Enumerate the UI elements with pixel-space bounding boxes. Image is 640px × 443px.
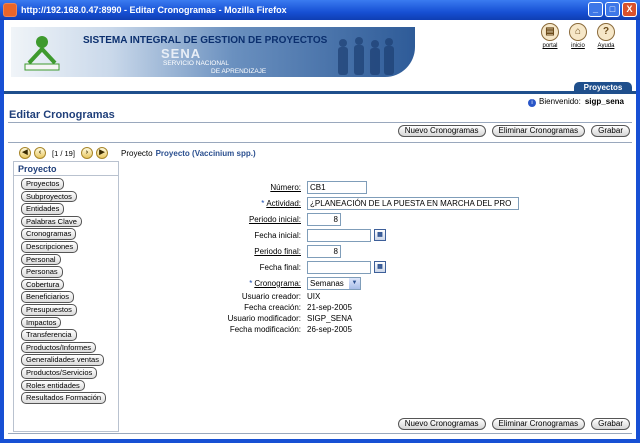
fecha-final-input[interactable] bbox=[307, 260, 371, 274]
tab-bar: Proyectos bbox=[4, 82, 636, 94]
people-silhouette-icon bbox=[338, 37, 394, 75]
field-actividad: * Actividad: ¿PLANEACIÓN DE LA PUESTA EN … bbox=[124, 196, 544, 210]
window-controls: _ □ X bbox=[588, 2, 637, 17]
field-fecha-final: Fecha final: ▦ bbox=[124, 260, 544, 274]
field-periodo-final: Periodo final: 8 bbox=[124, 244, 544, 258]
close-button[interactable]: X bbox=[622, 2, 637, 17]
sidebar-item-transferencia[interactable]: Transferencia bbox=[21, 329, 77, 341]
sidebar-item-roles-entidades[interactable]: Roles entidades bbox=[21, 379, 85, 392]
bottom-toolbar: Nuevo Cronogramas Eliminar Cronogramas G… bbox=[397, 418, 630, 430]
sidebar-item-cobertura[interactable]: Cobertura bbox=[21, 278, 65, 291]
field-fecha-inicial: Fecha inicial: ▦ bbox=[124, 228, 544, 242]
home-icon: ⌂ bbox=[569, 23, 587, 41]
portal-link[interactable]: ▤ portal bbox=[539, 23, 561, 49]
sidebar-header: Proyecto bbox=[14, 162, 118, 176]
save-button[interactable]: Grabar bbox=[591, 125, 630, 137]
info-icon: i bbox=[528, 99, 537, 107]
project-name: Proyecto (Vaccinium spp.) bbox=[155, 149, 256, 158]
username: sigp_sena bbox=[584, 97, 624, 106]
sidebar-item-proyectos[interactable]: Proyectos bbox=[21, 178, 65, 190]
window-title: http://192.168.0.47:8990 - Editar Cronog… bbox=[21, 5, 287, 15]
sidebar-item-productos-servicios[interactable]: Productos/Servicios bbox=[21, 366, 98, 379]
tab-proyectos[interactable]: Proyectos bbox=[574, 82, 632, 94]
window-title-bar: http://192.168.0.47:8990 - Editar Cronog… bbox=[0, 0, 640, 20]
fecha-inicial-input[interactable] bbox=[307, 228, 371, 242]
field-cronograma: * Cronograma: Semanas ▼ bbox=[124, 276, 544, 290]
delete-cronograma-button[interactable]: Eliminar Cronogramas bbox=[491, 418, 586, 430]
firefox-icon bbox=[3, 3, 17, 17]
field-numero: Número: CB1 bbox=[124, 180, 544, 194]
brand-name: SENA bbox=[161, 46, 202, 61]
next-record-icon[interactable]: › bbox=[80, 147, 93, 159]
sidebar-item-presupuestos[interactable]: Presupuestos bbox=[21, 303, 77, 316]
periodo-inicial-input[interactable]: 8 bbox=[307, 212, 341, 226]
previous-record-icon[interactable]: ‹ bbox=[34, 147, 46, 159]
numero-input[interactable]: CB1 bbox=[307, 180, 367, 194]
fecha-modificacion-value: 26-sep-2005 bbox=[307, 324, 352, 334]
sidebar-item-productos-informes[interactable]: Productos/Informes bbox=[21, 341, 97, 354]
actividad-input[interactable]: ¿PLANEACIÓN DE LA PUESTA EN MARCHA DEL P… bbox=[307, 196, 519, 210]
field-periodo-inicial: Periodo inicial: 8 bbox=[124, 212, 544, 226]
new-cronograma-button[interactable]: Nuevo Cronogramas bbox=[397, 125, 486, 137]
brand-subtitle-1: SERVICIO NACIONAL bbox=[163, 60, 229, 67]
sidebar-item-cronogramas[interactable]: Cronogramas bbox=[21, 228, 77, 240]
usuario-creador-value: UIX bbox=[307, 291, 321, 301]
sena-logo-icon bbox=[24, 36, 60, 71]
browser-viewport: SISTEMA INTEGRAL DE GESTION DE PROYECTOS… bbox=[0, 20, 640, 443]
top-toolbar: Nuevo Cronogramas Eliminar Cronogramas G… bbox=[397, 125, 630, 137]
sidebar-item-beneficiarios[interactable]: Beneficiarios bbox=[21, 291, 74, 303]
home-link[interactable]: ⌂ inicio bbox=[567, 23, 589, 49]
system-title: SISTEMA INTEGRAL DE GESTION DE PROYECTOS bbox=[83, 35, 328, 46]
divider bbox=[8, 142, 632, 143]
field-fecha-modificacion: Fecha modificación: 26-sep-2005 bbox=[229, 324, 352, 334]
calendar-icon[interactable]: ▦ bbox=[374, 261, 386, 273]
divider bbox=[8, 122, 632, 123]
help-link[interactable]: ? Ayuda bbox=[595, 23, 617, 49]
sidebar-item-impactos[interactable]: Impactos bbox=[21, 316, 62, 329]
sidebar-item-descripciones[interactable]: Descripciones bbox=[21, 240, 79, 253]
sidebar-item-resultados-formacion[interactable]: Resultados Formación bbox=[21, 392, 107, 404]
help-icon: ? bbox=[597, 23, 615, 41]
project-sidebar: Proyecto Proyectos Subproyectos Entidade… bbox=[13, 161, 119, 432]
divider bbox=[8, 433, 632, 434]
welcome-message: i Bienvenido: sigp_sena bbox=[528, 97, 624, 107]
sidebar-menu: Proyectos Subproyectos Entidades Palabra… bbox=[14, 176, 118, 404]
last-record-icon[interactable]: ▶ bbox=[95, 147, 108, 159]
sidebar-item-generalidades-ventas[interactable]: Generalidades ventas bbox=[21, 354, 104, 366]
cronograma-select[interactable]: Semanas ▼ bbox=[307, 276, 361, 290]
first-record-icon[interactable]: ◀ bbox=[19, 147, 31, 159]
delete-cronograma-button[interactable]: Eliminar Cronogramas bbox=[491, 125, 586, 137]
chevron-down-icon: ▼ bbox=[349, 277, 360, 289]
save-button[interactable]: Grabar bbox=[591, 418, 630, 430]
periodo-final-input[interactable]: 8 bbox=[307, 244, 341, 258]
sidebar-item-entidades[interactable]: Entidades bbox=[21, 203, 65, 215]
usuario-modificador-value: SIGP_SENA bbox=[307, 313, 353, 323]
record-count: [1 / 19] bbox=[52, 148, 75, 158]
sidebar-item-subproyectos[interactable]: Subproyectos bbox=[21, 190, 77, 203]
brand-subtitle-2: DE APRENDIZAJE bbox=[211, 68, 267, 75]
maximize-button[interactable]: □ bbox=[605, 2, 620, 17]
fecha-creacion-value: 21-sep-2005 bbox=[307, 302, 352, 312]
record-pager: ◀ ‹ [1 / 19] › ▶ bbox=[19, 147, 108, 159]
portal-icon: ▤ bbox=[541, 23, 559, 41]
minimize-button[interactable]: _ bbox=[588, 2, 603, 17]
header-banner: SISTEMA INTEGRAL DE GESTION DE PROYECTOS… bbox=[11, 27, 415, 77]
calendar-icon[interactable]: ▦ bbox=[374, 229, 386, 241]
page-title: Editar Cronogramas bbox=[9, 109, 115, 121]
header-icons: ▤ portal ⌂ inicio ? Ayuda bbox=[539, 23, 617, 49]
new-cronograma-button[interactable]: Nuevo Cronogramas bbox=[397, 418, 486, 430]
sidebar-item-personas[interactable]: Personas bbox=[21, 266, 63, 278]
project-label: Proyecto Proyecto (Vaccinium spp.) bbox=[121, 149, 256, 158]
sidebar-item-palabras-clave[interactable]: Palabras Clave bbox=[21, 215, 82, 228]
sidebar-item-personal[interactable]: Personal bbox=[21, 253, 61, 266]
